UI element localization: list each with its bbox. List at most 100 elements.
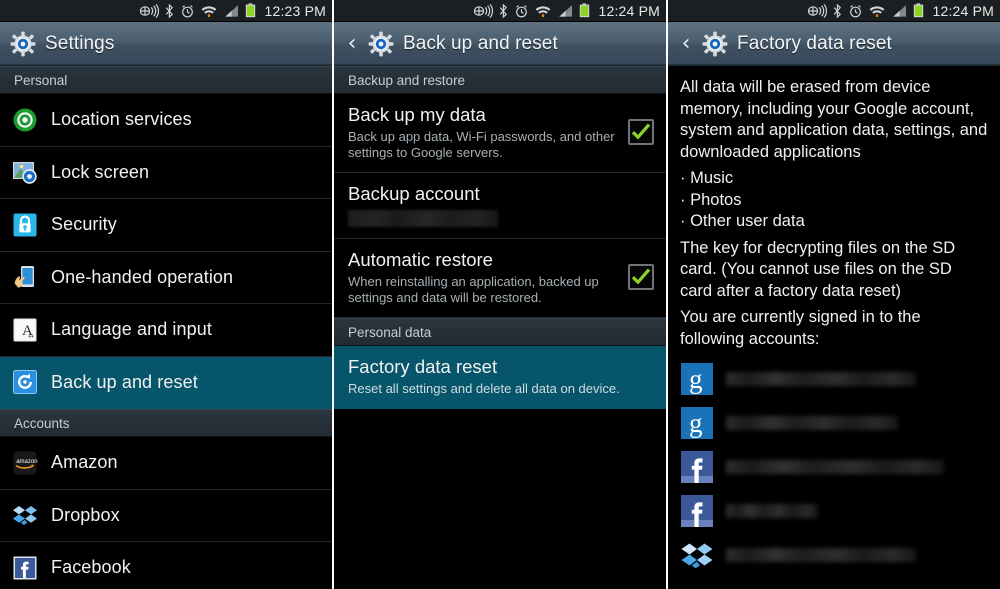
redacted-account-name [726,460,944,474]
dropbox-icon [12,502,38,528]
status-icons [473,3,590,18]
svg-text:A: A [22,323,33,339]
bluetooth-icon [500,3,508,18]
checkbox-automatic-restore[interactable] [628,264,654,290]
signal-icon [893,4,907,17]
setting-factory-data-reset[interactable]: Factory data reset Reset all settings an… [334,346,666,409]
section-header-accounts: Accounts [0,409,332,437]
battery-icon [246,3,256,18]
setting-subtitle: Reset all settings and delete all data o… [348,381,620,396]
sidebar-item-security[interactable]: Security [0,199,332,252]
title-bar: Settings [0,22,332,66]
wifi-download-icon [536,5,551,17]
status-bar: 12:23 PM [0,0,332,22]
dropbox-account-icon [680,538,714,572]
back-chevron-icon[interactable]: ‹ [678,32,694,55]
sidebar-item-label: Location services [51,109,192,130]
section-header-personal-data: Personal data [334,318,666,346]
setting-text: Back up my data Back up app data, Wi-Fi … [348,103,618,161]
sidebar-item-label: Back up and reset [51,371,198,392]
settings-gear-icon [10,31,36,57]
screen-mirroring-icon [140,3,160,18]
redacted-account-name [726,416,898,430]
bluetooth-icon [166,3,174,18]
redacted-account-name [726,372,916,386]
page-title: Factory data reset [737,32,892,54]
three-phone-screenshots: 12:23 PM Settings Personal Location serv… [0,0,1000,589]
battery-icon [914,3,924,18]
status-clock: 12:24 PM [932,2,994,19]
setting-back-up-my-data[interactable]: Back up my data Back up app data, Wi-Fi … [334,94,666,173]
google-account-icon: g [680,406,714,440]
alarm-icon [850,4,862,17]
title-bar: ‹ [668,22,1000,66]
section-label: Personal [14,72,68,88]
setting-backup-account[interactable]: Backup account [334,173,666,239]
sidebar-item-back-up-and-reset[interactable]: Back up and reset [0,356,332,409]
status-clock: 12:24 PM [598,2,660,19]
sidebar-item-label: One-handed operation [51,266,234,287]
svg-text:amazon: amazon [16,459,37,465]
sidebar-item-amazon[interactable]: amazon Amazon [0,437,332,490]
signal-icon [225,4,239,17]
setting-text: Factory data reset Reset all settings an… [348,355,654,397]
setting-title: Factory data reset [348,356,498,377]
sd-card-paragraph: The key for decrypting files on the SD c… [680,238,956,300]
list-item: · Other user data [680,212,805,230]
setting-title: Backup account [348,183,480,204]
sidebar-item-label: Dropbox [51,504,120,525]
setting-automatic-restore[interactable]: Automatic restore When reinstalling an a… [334,239,666,318]
security-lock-icon [12,212,38,238]
sidebar-item-facebook[interactable]: Facebook [0,542,332,589]
google-account-icon: g [680,362,714,396]
sidebar-item-label: Security [51,214,117,235]
redacted-account-name [726,504,818,518]
accounts-intro-paragraph: You are currently signed in to the follo… [680,308,921,348]
sidebar-item-language-and-input[interactable]: A Language and input [0,304,332,357]
sidebar-item-one-handed-operation[interactable]: One-handed operation [0,251,332,304]
setting-title: Back up my data [348,104,486,125]
alarm-icon [182,4,194,17]
list-item [680,533,988,577]
amazon-icon: amazon [12,450,38,476]
facebook-account-icon [680,450,714,484]
alarm-icon [516,4,528,17]
signal-icon [559,4,573,17]
signed-in-accounts-list: g g [680,357,988,577]
redacted-account-name [726,548,916,562]
language-input-icon: A [12,317,38,343]
list-item [680,445,988,489]
lock-screen-icon [12,159,38,185]
screen-mirroring-icon [808,3,828,18]
screen-mirroring-icon [474,3,494,18]
setting-subtitle: Back up app data, Wi-Fi passwords, and o… [348,129,615,160]
sidebar-item-location-services[interactable]: Location services [0,94,332,147]
facebook-icon [12,555,38,581]
status-bar: 12:24 PM [668,0,1000,22]
bluetooth-icon [834,3,842,18]
backup-reset-icon [12,369,38,395]
checkbox-back-up-my-data[interactable] [628,119,654,145]
battery-icon [580,3,590,18]
check-icon [631,123,651,140]
one-handed-operation-icon [12,264,38,290]
sidebar-item-dropbox[interactable]: Dropbox [0,489,332,542]
list-item [680,489,988,533]
list-item-label: Other user data [690,212,805,230]
list-item: · Music [680,169,734,187]
status-icons [807,3,924,18]
sidebar-item-label: Facebook [51,557,131,578]
section-header-backup-and-restore: Backup and restore [334,66,666,94]
wifi-download-icon [870,5,885,17]
redacted-account-value [348,210,498,227]
sidebar-item-lock-screen[interactable]: Lock screen [0,146,332,199]
back-chevron-icon[interactable]: ‹ [344,32,360,55]
erased-items-list: · Music · Photos · Other user data [680,168,988,233]
svg-text:g: g [689,408,703,438]
section-label: Accounts [14,415,70,431]
wifi-download-icon [202,5,217,17]
panel-settings: 12:23 PM Settings Personal Location serv… [0,0,332,589]
page-title: Back up and reset [403,32,558,54]
list-item: · Photos [680,190,742,209]
svg-text:g: g [689,364,703,394]
